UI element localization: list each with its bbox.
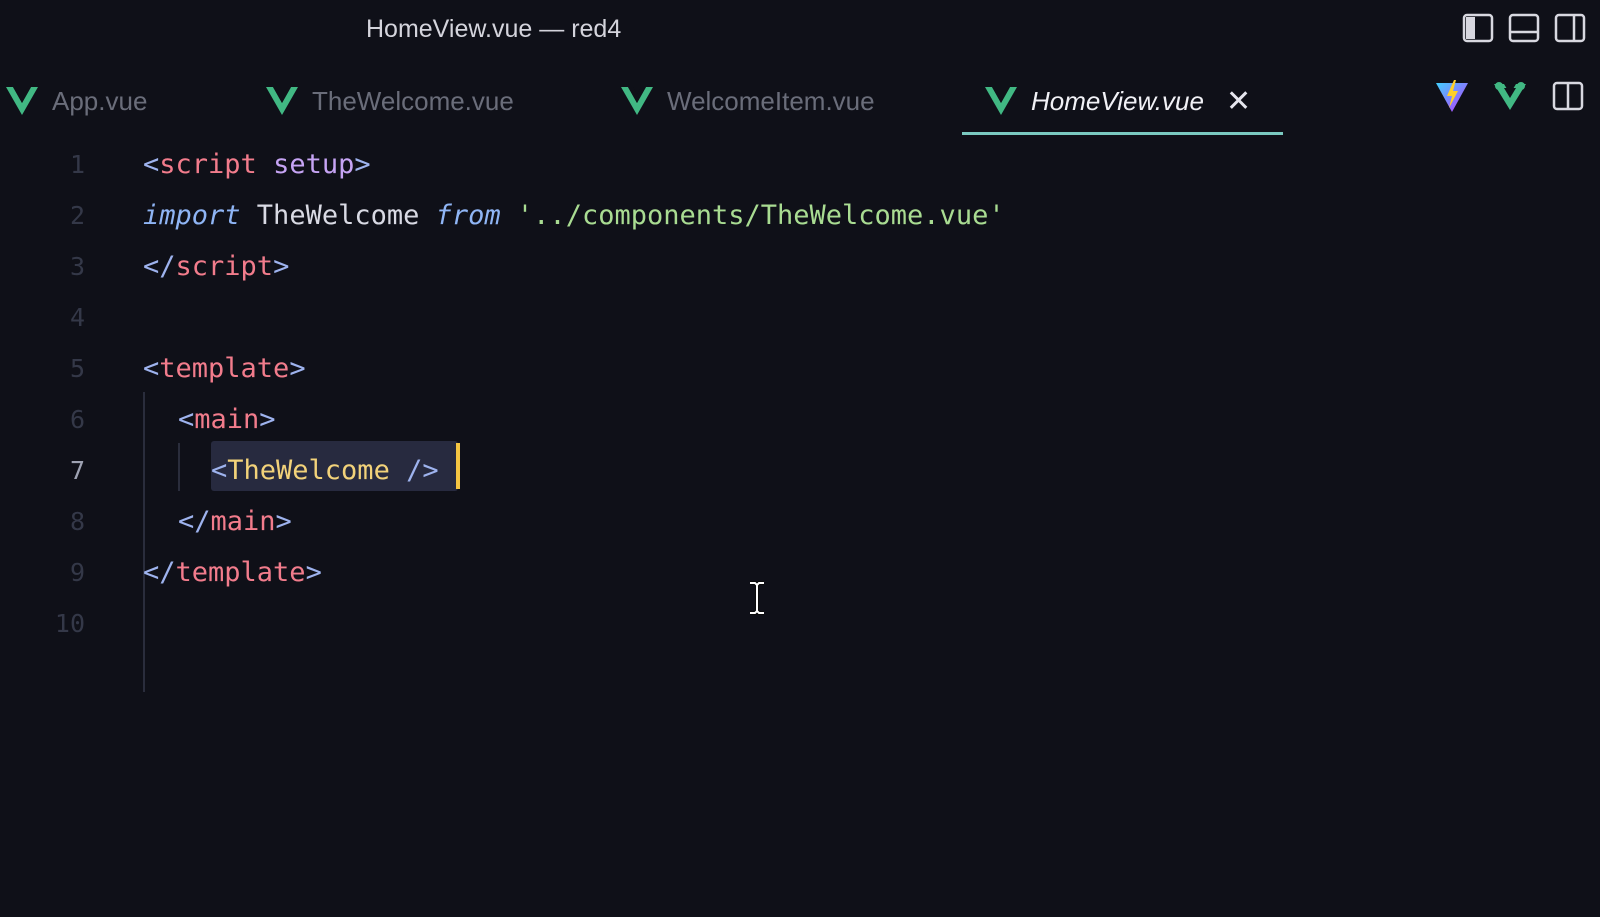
vue-file-icon [6, 87, 38, 115]
toggle-panel-icon[interactable] [1508, 12, 1540, 44]
split-editor-icon[interactable] [1550, 78, 1586, 114]
code-line: 2 import TheWelcome from '../components/… [0, 189, 1600, 241]
editor-actions [1434, 78, 1586, 114]
line-content: import TheWelcome from '../components/Th… [143, 199, 1005, 231]
line-number: 10 [54, 608, 85, 638]
tab-label: HomeView.vue [1031, 85, 1204, 116]
line-number: 6 [69, 404, 85, 434]
window-title: HomeView.vue — red4 [366, 15, 622, 43]
editor-tab-bar: App.vue TheWelcome.vue WelcomeItem.vue H… [0, 68, 1600, 138]
line-number: 7 [69, 455, 85, 485]
title-bar: HomeView.vue — red4 [0, 0, 1600, 62]
line-number: 9 [69, 557, 85, 587]
line-content: <script setup> [143, 148, 371, 180]
code-line: 9 </template> [0, 546, 1600, 598]
toggle-primary-sidebar-icon[interactable] [1462, 12, 1494, 44]
tab-app-vue[interactable]: App.vue [6, 68, 147, 134]
active-tab-indicator [962, 132, 1283, 135]
line-number: 5 [69, 353, 85, 383]
vue-file-icon [266, 87, 298, 115]
tab-welcomeitem-vue[interactable]: WelcomeItem.vue [621, 68, 875, 134]
code-line: 1 <script setup> [0, 138, 1600, 190]
code-line: 10 [0, 597, 1600, 649]
code-line: 8 </main> [0, 495, 1600, 547]
line-content: </main> [178, 505, 292, 537]
toggle-secondary-sidebar-icon[interactable] [1554, 12, 1586, 44]
line-number: 2 [69, 200, 85, 230]
code-line: 3 </script> [0, 240, 1600, 292]
line-content: <TheWelcome /> [211, 454, 439, 486]
code-line-current: 7 <TheWelcome /> [0, 444, 1600, 496]
tab-thewelcome-vue[interactable]: TheWelcome.vue [266, 68, 514, 134]
line-number: 1 [69, 149, 85, 179]
tab-homeview-vue[interactable]: HomeView.vue ✕ [985, 68, 1251, 134]
line-content: </template> [143, 556, 322, 588]
vue-file-icon [621, 87, 653, 115]
code-line: 6 <main> [0, 393, 1600, 445]
code-editor[interactable]: 1 <script setup> 2 import TheWelcome fro… [0, 138, 1600, 917]
vite-icon[interactable] [1434, 78, 1470, 114]
tab-label: TheWelcome.vue [312, 85, 514, 116]
ibeam-cursor-icon [750, 581, 764, 615]
text-caret [456, 443, 460, 489]
line-number: 4 [69, 302, 85, 332]
vue-file-icon [985, 87, 1017, 115]
line-number: 8 [69, 506, 85, 536]
vue-devtools-icon[interactable] [1492, 78, 1528, 114]
tab-label: App.vue [52, 85, 148, 116]
close-tab-icon[interactable]: ✕ [1226, 84, 1251, 119]
line-content: <template> [143, 352, 306, 384]
code-line: 5 <template> [0, 342, 1600, 394]
line-content: </script> [143, 250, 290, 282]
tab-label: WelcomeItem.vue [667, 85, 875, 116]
code-line: 4 [0, 291, 1600, 343]
layout-controls [1462, 12, 1586, 44]
line-content: <main> [178, 403, 276, 435]
line-number: 3 [69, 251, 85, 281]
